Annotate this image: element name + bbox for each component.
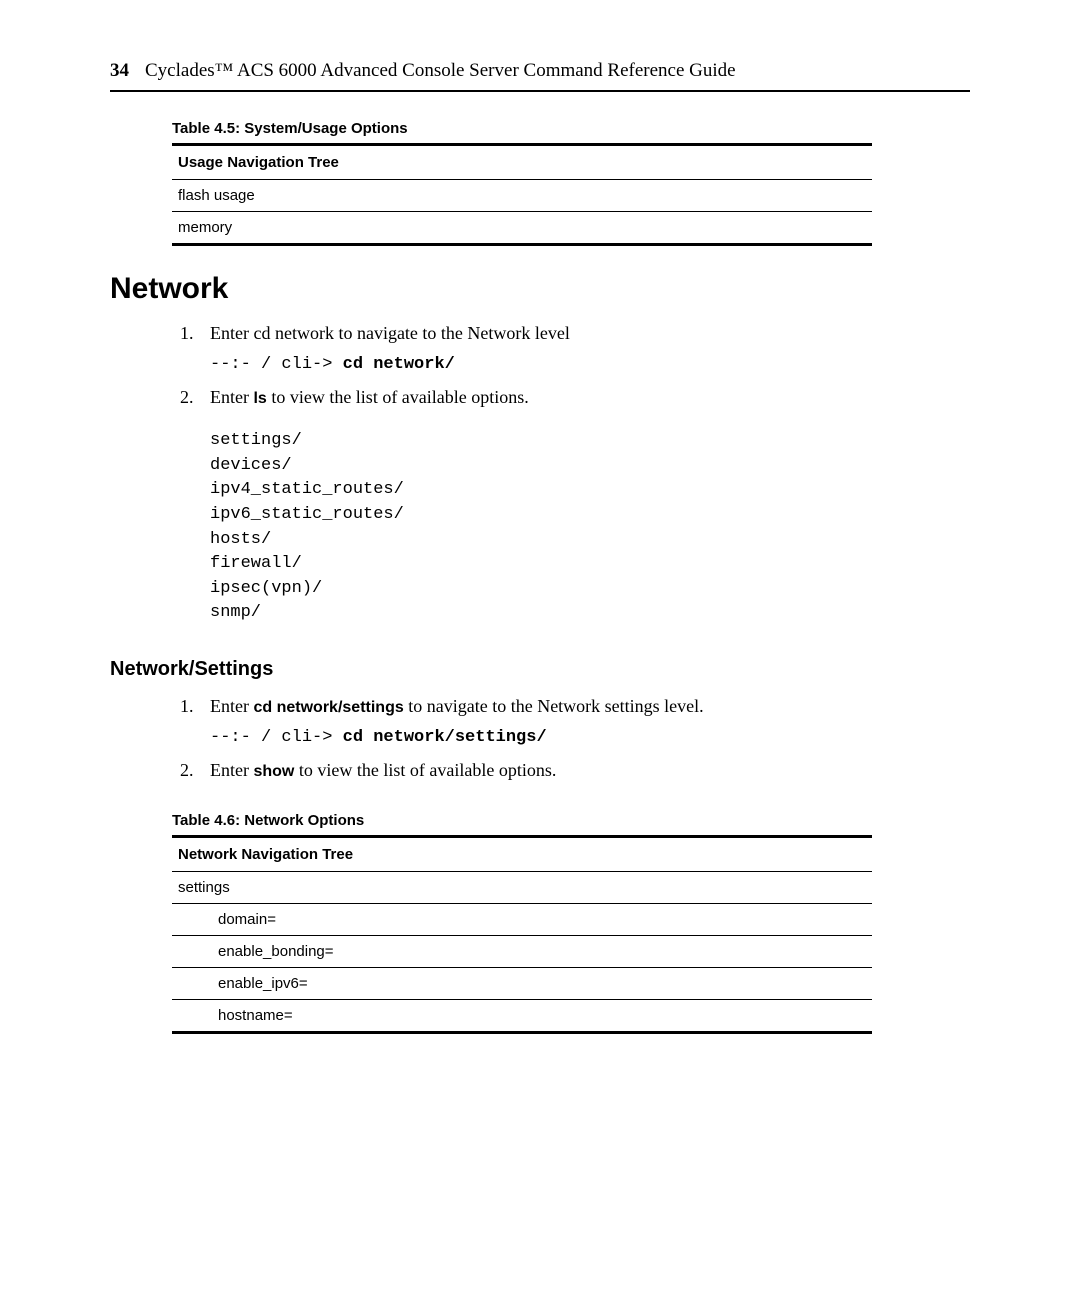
step-item: Enter cd network to navigate to the Netw… [180,320,970,347]
table-cell: settings [172,872,872,904]
header-rule [110,90,970,92]
table-cell: enable_ipv6= [172,968,872,1000]
table-cell: memory [172,212,872,245]
step-item: Enter cd network/settings to navigate to… [180,693,970,720]
code-block: settings/ devices/ ipv4_static_routes/ i… [210,429,970,626]
code-prefix: --:- / cli-> [210,728,343,747]
table-cell: enable_bonding= [172,936,872,968]
step-prefix: Enter [210,760,253,780]
step-item: Enter ls to view the list of available o… [180,384,970,411]
network-steps: Enter ls to view the list of available o… [110,384,970,411]
inline-command: show [253,763,294,780]
table-45-caption: Table 4.5: System/Usage Options [172,120,970,137]
inline-command: cd network/settings [253,699,403,716]
step-item: Enter show to view the list of available… [180,757,970,784]
table-row: flash usage [172,180,872,212]
step-suffix: to view the list of available options. [294,760,556,780]
code-bold: cd network/settings/ [343,728,547,747]
table-row: enable_bonding= [172,936,872,968]
table-row: enable_ipv6= [172,968,872,1000]
network-settings-steps: Enter cd network/settings to navigate to… [110,693,970,720]
table-row: hostname= [172,1000,872,1033]
table-45-header: Usage Navigation Tree [172,145,872,180]
table-row: settings [172,872,872,904]
subsection-network-settings-heading: Network/Settings [110,658,970,681]
network-steps: Enter cd network to navigate to the Netw… [110,320,970,347]
step-prefix: Enter [210,696,253,716]
code-prefix: --:- / cli-> [210,355,343,374]
table-row: memory [172,212,872,245]
code-bold: cd network/ [343,355,455,374]
network-settings-steps: Enter show to view the list of available… [110,757,970,784]
step-text: Enter cd network to navigate to the Netw… [210,323,570,343]
header-title: Cyclades™ ACS 6000 Advanced Console Serv… [145,60,736,82]
section-network-heading: Network [110,272,970,306]
code-line: --:- / cli-> cd network/ [210,355,970,374]
page-number: 34 [110,60,129,82]
step-prefix: Enter [210,387,253,407]
table-46-header: Network Navigation Tree [172,837,872,872]
table-46: Network Navigation Tree settings domain=… [172,835,872,1034]
step-suffix: to view the list of available options. [267,387,529,407]
table-46-caption: Table 4.6: Network Options [172,812,970,829]
page-header: 34 Cyclades™ ACS 6000 Advanced Console S… [110,60,970,82]
step-suffix: to navigate to the Network settings leve… [404,696,704,716]
table-cell: hostname= [172,1000,872,1033]
table-row: domain= [172,904,872,936]
code-line: --:- / cli-> cd network/settings/ [210,728,970,747]
table-cell: flash usage [172,180,872,212]
inline-command: ls [253,390,266,407]
table-cell: domain= [172,904,872,936]
table-45: Usage Navigation Tree flash usage memory [172,143,872,246]
